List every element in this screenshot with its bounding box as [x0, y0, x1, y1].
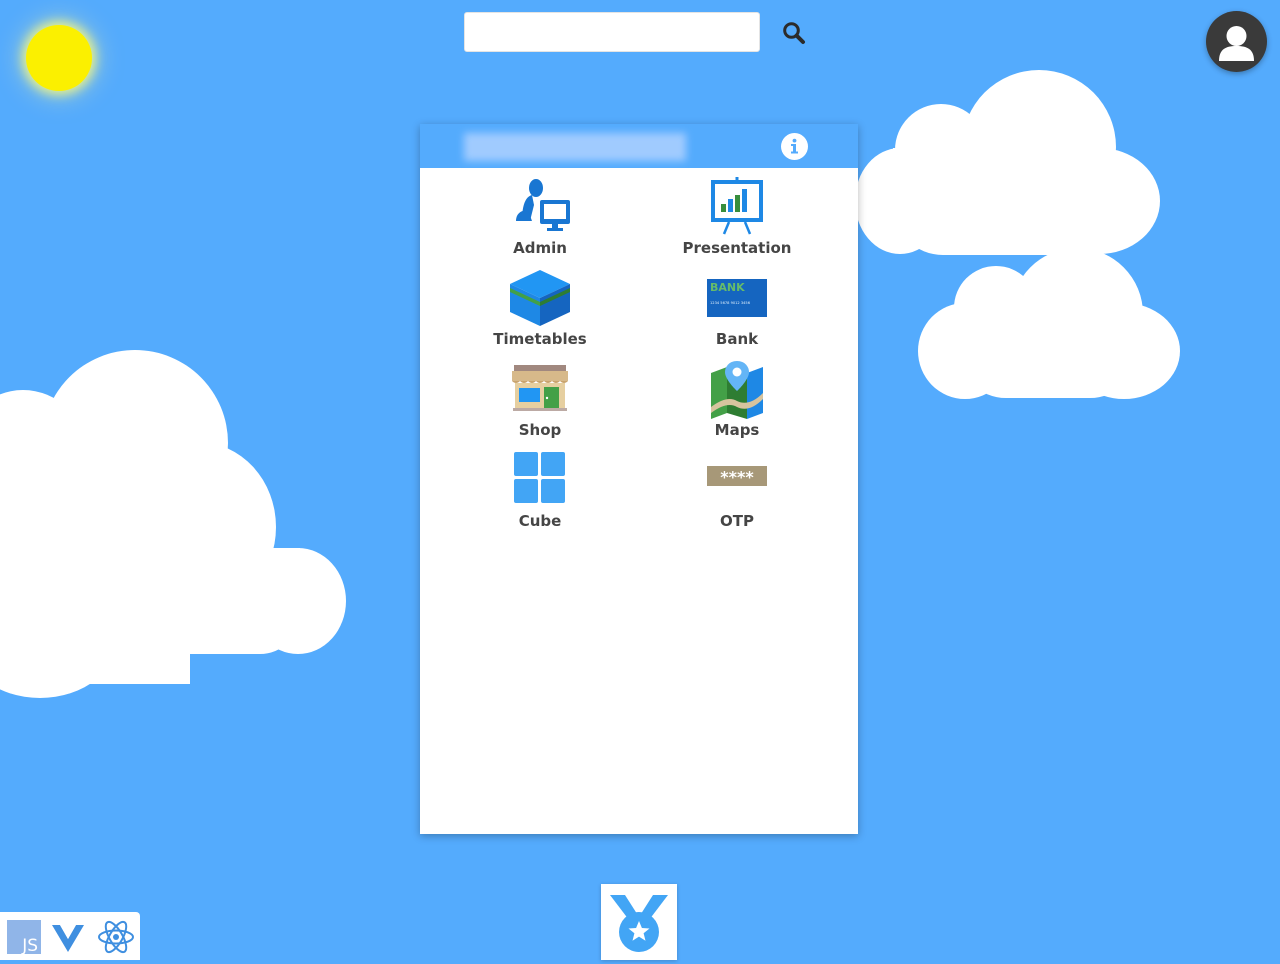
app-launcher-panel: Admin Presentation Timetables BANK 1234 … [420, 124, 858, 834]
cloud [918, 248, 1180, 399]
app-timetables-label: Timetables [493, 330, 587, 348]
medal-icon [610, 895, 668, 952]
presentation-icon [711, 177, 763, 235]
app-admin[interactable]: Admin [455, 177, 625, 263]
vue-icon [52, 925, 84, 952]
app-timetables[interactable]: Timetables [455, 268, 625, 354]
app-shop[interactable]: Shop [455, 359, 625, 445]
search-icon [783, 22, 805, 44]
javascript-icon: JS [7, 920, 41, 956]
map-icon [711, 361, 763, 419]
achievements-button[interactable] [601, 884, 677, 960]
shop-icon [512, 365, 568, 411]
launcher-header [420, 124, 858, 168]
cube-grid-icon [514, 452, 565, 503]
app-maps[interactable]: Maps [652, 359, 822, 445]
app-maps-label: Maps [714, 421, 760, 439]
javascript-label: JS [21, 936, 38, 954]
app-bank-label: Bank [715, 330, 759, 348]
admin-icon [516, 179, 570, 231]
react-button[interactable] [97, 920, 134, 954]
javascript-button[interactable]: JS [7, 920, 41, 956]
launcher-title-blurred [464, 133, 686, 161]
bank-card-number: 1234 5678 9012 3456 [710, 301, 751, 305]
bank-card-icon: BANK 1234 5678 9012 3456 [707, 279, 767, 317]
user-avatar-icon [1219, 26, 1254, 61]
user-avatar-button[interactable] [1206, 11, 1267, 72]
sun-icon [26, 25, 92, 91]
cloud [0, 350, 346, 698]
desktop: { "search": { "value": "", "placeholder"… [0, 0, 1280, 960]
search-button[interactable] [779, 18, 809, 48]
vue-button[interactable] [51, 920, 85, 954]
app-bank[interactable]: BANK 1234 5678 9012 3456 Bank [652, 268, 822, 354]
framework-switcher: JS [0, 912, 140, 960]
cloud [855, 70, 1161, 255]
app-cube-label: Cube [518, 512, 562, 530]
app-shop-label: Shop [518, 421, 562, 439]
search-input[interactable] [464, 12, 760, 52]
info-icon [781, 133, 808, 160]
app-otp[interactable]: **** OTP [652, 450, 822, 536]
otp-icon: **** [707, 466, 767, 487]
app-otp-label: OTP [720, 512, 754, 530]
app-presentation[interactable]: Presentation [652, 177, 822, 263]
bank-card-title: BANK [710, 281, 745, 294]
app-presentation-label: Presentation [682, 239, 792, 257]
app-cube[interactable]: Cube [455, 450, 625, 536]
info-button[interactable] [780, 132, 809, 161]
app-admin-label: Admin [513, 239, 567, 257]
timetables-icon [510, 270, 570, 326]
otp-mask: **** [720, 468, 754, 487]
react-icon [98, 920, 134, 954]
